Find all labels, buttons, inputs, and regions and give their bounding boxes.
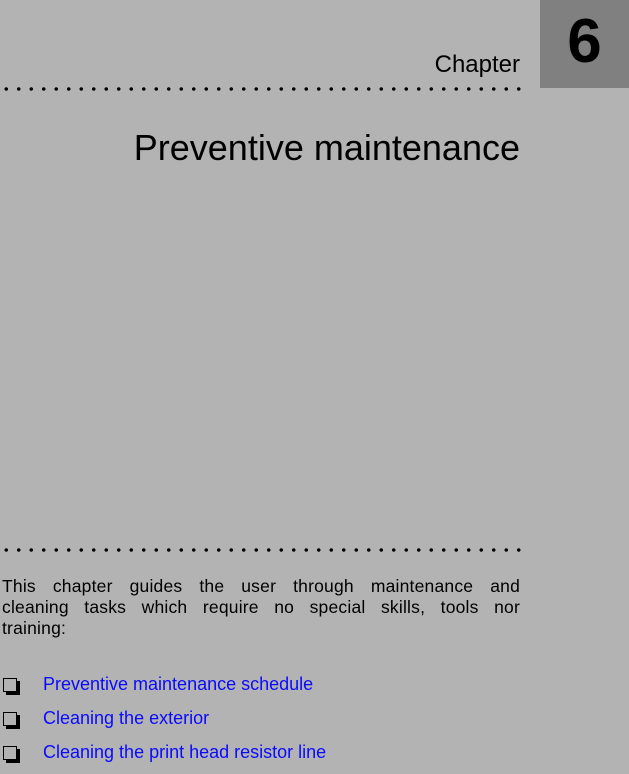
chapter-intro: This chapter guides the user through mai…	[2, 576, 520, 638]
topic-list: Preventive maintenance schedule Cleaning…	[0, 672, 520, 774]
topic-item: Cleaning the print head resistor line	[0, 740, 520, 774]
topic-link-exterior[interactable]: Cleaning the exterior	[43, 706, 209, 730]
topic-item: Cleaning the exterior	[0, 706, 520, 740]
checkbox-icon	[3, 746, 17, 760]
dotted-divider-top	[0, 87, 528, 91]
dotted-divider-bottom	[0, 548, 528, 552]
topic-item: Preventive maintenance schedule	[0, 672, 520, 706]
topic-link-print-head[interactable]: Cleaning the print head resistor line	[43, 740, 326, 764]
topic-link-schedule[interactable]: Preventive maintenance schedule	[43, 672, 313, 696]
chapter-number: 6	[567, 7, 602, 76]
checkbox-icon	[3, 712, 17, 726]
chapter-number-box: 6	[540, 0, 629, 88]
chapter-label: Chapter	[434, 51, 520, 78]
checkbox-icon	[3, 678, 17, 692]
chapter-title: Preventive maintenance	[133, 127, 520, 168]
